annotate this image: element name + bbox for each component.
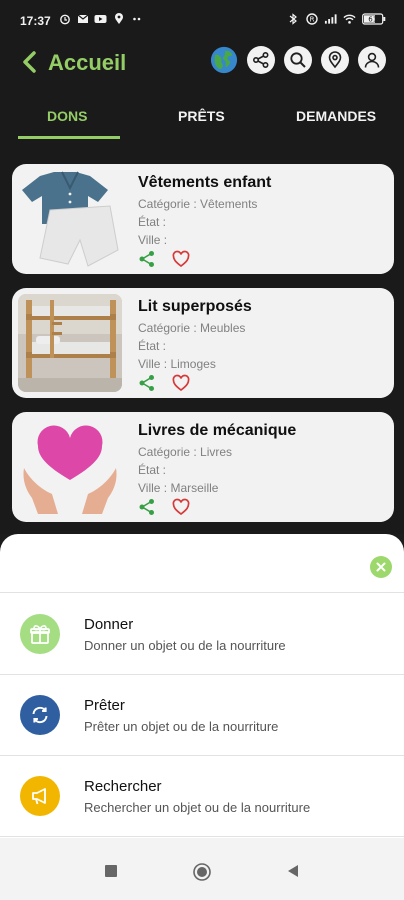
recents-button[interactable] xyxy=(104,864,118,883)
heart-icon[interactable] xyxy=(172,498,190,521)
divider xyxy=(0,592,404,593)
gift-icon xyxy=(20,614,60,654)
item-city: Ville : xyxy=(138,233,168,247)
mail-icon xyxy=(76,12,89,25)
back-arrow-icon[interactable] xyxy=(18,48,40,76)
option-donner[interactable]: Donner Donner un objet ou de la nourritu… xyxy=(0,594,404,674)
item-image xyxy=(18,170,122,268)
system-nav-bar xyxy=(0,838,404,900)
home-button[interactable] xyxy=(192,862,212,887)
wifi-icon xyxy=(343,12,356,25)
item-image xyxy=(18,418,122,516)
globe-icon[interactable] xyxy=(210,46,238,74)
bluetooth-icon xyxy=(286,12,299,25)
share-icon[interactable] xyxy=(138,498,156,521)
svg-text:R: R xyxy=(309,15,314,23)
heart-icon[interactable] xyxy=(172,250,190,273)
refresh-icon xyxy=(20,695,60,735)
tab-demandes[interactable]: DEMANDES xyxy=(296,108,376,124)
list-item[interactable]: Livres de mécanique Catégorie : Livres É… xyxy=(12,412,394,522)
tab-indicator xyxy=(18,136,120,139)
item-title: Lit superposés xyxy=(138,298,252,315)
tab-bar: DONS PRÊTS DEMANDES xyxy=(0,96,404,142)
option-subtitle: Prêter un objet ou de la nourriture xyxy=(84,719,279,734)
youtube-icon xyxy=(94,12,107,25)
app-header: Accueil xyxy=(0,42,404,82)
item-state: État : xyxy=(138,463,167,477)
heart-icon[interactable] xyxy=(172,374,190,397)
item-state: État : xyxy=(138,339,167,353)
more-dots-icon xyxy=(130,12,143,25)
item-category: Catégorie : Vêtements xyxy=(138,197,258,211)
share-icon[interactable] xyxy=(138,250,156,273)
divider xyxy=(0,836,404,837)
alarm-icon xyxy=(58,12,71,25)
battery-level: 61 xyxy=(368,15,377,23)
tab-prets[interactable]: PRÊTS xyxy=(178,108,225,124)
option-title: Prêter xyxy=(84,697,125,714)
item-city: Ville : Marseille xyxy=(138,481,219,495)
option-subtitle: Rechercher un objet ou de la nourriture xyxy=(84,800,311,815)
item-state: État : xyxy=(138,215,167,229)
list-item[interactable]: Vêtements enfant Catégorie : Vêtements É… xyxy=(12,164,394,274)
location-icon[interactable] xyxy=(321,46,349,74)
option-title: Donner xyxy=(84,616,134,633)
back-button[interactable] xyxy=(286,864,300,883)
option-title: Rechercher xyxy=(84,778,162,795)
user-icon[interactable] xyxy=(358,46,386,74)
status-bar: 17:37 R 61 xyxy=(0,0,404,42)
status-time: 17:37 xyxy=(20,14,51,28)
tab-dons[interactable]: DONS xyxy=(47,108,87,124)
item-title: Livres de mécanique xyxy=(138,422,297,439)
option-preter[interactable]: Prêter Prêter un objet ou de la nourritu… xyxy=(0,675,404,755)
share-icon[interactable] xyxy=(138,374,156,397)
page-title: Accueil xyxy=(48,50,127,75)
battery-icon: 61 xyxy=(362,12,386,25)
option-subtitle: Donner un objet ou de la nourriture xyxy=(84,638,286,653)
signal-icon xyxy=(324,12,337,25)
close-icon[interactable] xyxy=(370,556,392,578)
location-pin-icon xyxy=(112,12,125,25)
item-category: Catégorie : Meubles xyxy=(138,321,246,335)
list-item[interactable]: Lit superposés Catégorie : Meubles État … xyxy=(12,288,394,398)
option-rechercher[interactable]: Rechercher Rechercher un objet ou de la … xyxy=(0,756,404,836)
item-title: Vêtements enfant xyxy=(138,174,272,191)
alarm-clock-icon: R xyxy=(305,12,318,25)
item-image xyxy=(18,294,122,392)
item-city: Ville : Limoges xyxy=(138,357,216,371)
share-icon[interactable] xyxy=(247,46,275,74)
search-icon[interactable] xyxy=(284,46,312,74)
item-category: Catégorie : Livres xyxy=(138,445,233,459)
megaphone-icon xyxy=(20,776,60,816)
